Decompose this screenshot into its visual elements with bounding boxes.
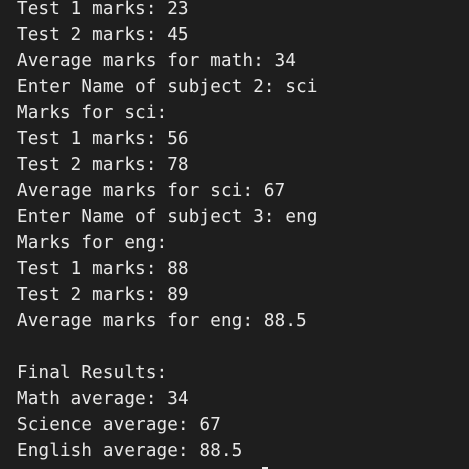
output-line: Math average: 34 — [17, 389, 189, 409]
output-line: Average marks for sci: 67 — [17, 181, 286, 201]
output-line: Enter Name of subject 3: eng — [17, 207, 318, 227]
output-line: Final Results: — [17, 363, 168, 383]
output-line: Test 2 marks: 45 — [17, 25, 189, 45]
output-line: Average marks for eng: 88.5 — [17, 311, 307, 331]
output-line: Test 2 marks: 78 — [17, 155, 189, 175]
output-line: English average: 88.5 — [17, 441, 243, 461]
output-line: Marks for eng: — [17, 233, 168, 253]
output-line: Test 2 marks: 89 — [17, 285, 189, 305]
output-line: Marks for sci: — [17, 103, 168, 123]
output-line: Average marks for math: 34 — [17, 51, 297, 71]
output-line: Science average: 67 — [17, 415, 221, 435]
console-output: Test 1 marks: 23 Test 2 marks: 45 Averag… — [17, 0, 469, 464]
terminal-output-panel[interactable]: Test 1 marks: 23 Test 2 marks: 45 Averag… — [0, 0, 469, 469]
output-line: Test 1 marks: 56 — [17, 129, 189, 149]
output-line: Enter Name of subject 2: sci — [17, 77, 318, 97]
output-line: Test 1 marks: 23 — [17, 0, 189, 19]
output-line: Test 1 marks: 88 — [17, 259, 189, 279]
